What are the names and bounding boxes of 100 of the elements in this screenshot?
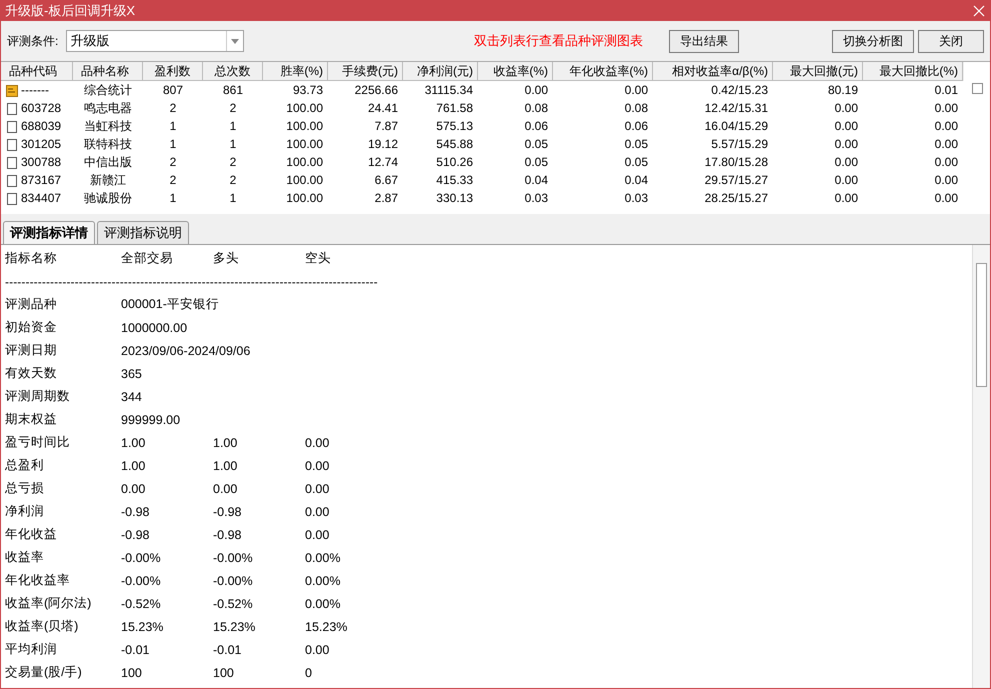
table-cell-text: 100.00 xyxy=(285,101,324,115)
table-cell: 834407 xyxy=(21,191,62,205)
detail-label: 总亏损 xyxy=(5,480,45,497)
column-header[interactable]: 收益率(%) xyxy=(478,62,553,81)
tab[interactable]: 评测指标详情 xyxy=(3,221,95,244)
column-header[interactable]: 胜率(%) xyxy=(263,62,328,81)
detail-value: -0.00% xyxy=(121,550,162,564)
table-cell-text: 1 xyxy=(168,191,178,205)
table-cell-text: 1 xyxy=(228,137,238,151)
detail-value: 0.00 xyxy=(213,482,238,496)
table-cell-text: 100.00 xyxy=(285,137,324,151)
column-header[interactable]: 盈利数 xyxy=(143,62,203,81)
column-header[interactable]: 品种名称 xyxy=(73,62,143,81)
table-cell-text: 综合统计 xyxy=(83,82,133,98)
detail-label: 收益率 xyxy=(5,549,45,566)
column-header[interactable]: 最大回撤(元) xyxy=(773,62,863,81)
export-button[interactable]: 导出结果 xyxy=(669,30,739,52)
column-header[interactable]: 净利润(元) xyxy=(403,62,478,81)
detail-value: 000001-平安银行 xyxy=(121,296,219,313)
tab[interactable]: 评测指标说明 xyxy=(97,221,189,244)
detail-label: 评测品种 xyxy=(5,296,58,313)
close-icon[interactable] xyxy=(972,4,986,18)
detail-value: 15.23% xyxy=(121,620,164,634)
detail-label: 期末权益 xyxy=(5,411,58,428)
window-title: 升级版-板后回调升级X xyxy=(5,2,135,20)
close-button[interactable]: 关闭 xyxy=(918,30,984,52)
detail-value: -0.98 xyxy=(213,528,242,542)
detail-label: 净利润 xyxy=(5,503,45,520)
table-cell-text: 0.05 xyxy=(624,137,649,151)
detail-value: 0 xyxy=(305,666,313,680)
detail-value: 15.23% xyxy=(305,620,348,634)
table-cell-text: 0.00 xyxy=(934,191,959,205)
table-cell-text: 0.00 xyxy=(834,101,859,115)
table-cell-text: 0.00 xyxy=(524,83,549,97)
table-cell-text: 2.87 xyxy=(374,191,399,205)
table-cell-text: 鸣志电器 xyxy=(83,100,133,116)
table-cell-text: 0.00 xyxy=(934,101,959,115)
detail-value: 2023/09/06-2024/09/06 xyxy=(121,344,250,358)
table-cell-text: 12.74 xyxy=(366,155,399,169)
table-cell-text: 0.04 xyxy=(524,173,549,187)
table-cell-text: 中信出版 xyxy=(83,154,133,170)
detail-label: 评测日期 xyxy=(5,342,58,359)
detail-value: 0.00% xyxy=(305,596,342,610)
table-cell-text: 0.05 xyxy=(524,155,549,169)
switch-chart-button[interactable]: 切换分析图 xyxy=(832,30,914,52)
table-cell-text: 1 xyxy=(168,137,178,151)
table-cell-text: 545.88 xyxy=(435,137,474,151)
detail-value: -0.52% xyxy=(213,596,254,610)
table-cell-text: 29.57/15.27 xyxy=(704,173,769,187)
table-cell: 301205 xyxy=(21,137,62,151)
column-header[interactable]: 手续费(元) xyxy=(328,62,403,81)
detail-label: 年化收益 xyxy=(5,526,58,543)
document-icon xyxy=(6,192,18,204)
detail-label: 有效天数 xyxy=(5,365,58,382)
table-cell-text: 100.00 xyxy=(285,119,324,133)
detail-value: -0.52% xyxy=(121,596,162,610)
table-cell-text: 19.12 xyxy=(366,137,399,151)
table-cell-text: 0.04 xyxy=(624,173,649,187)
column-header[interactable]: 相对收益率α/β(%) xyxy=(653,62,773,81)
detail-header: 多头 xyxy=(213,250,240,267)
column-header[interactable]: 总次数 xyxy=(203,62,263,81)
column-header[interactable]: 年化收益率(%) xyxy=(553,62,653,81)
table-cell-text: 510.26 xyxy=(435,155,474,169)
table-cell-text: 0.08 xyxy=(524,101,549,115)
detail-value: 0.00 xyxy=(121,482,146,496)
detail-header: 空头 xyxy=(305,250,332,267)
detail-value: 1.00 xyxy=(213,458,238,472)
detail-value: -0.00% xyxy=(213,550,254,564)
column-header[interactable]: 品种代码 xyxy=(1,62,73,81)
table-cell-text: 0.00 xyxy=(834,155,859,169)
column-header[interactable]: 最大回撤比(%) xyxy=(863,62,963,81)
detail-value: 999999.00 xyxy=(121,412,180,426)
table-cell: 300788 xyxy=(21,155,62,169)
table-cell-text: 0.03 xyxy=(624,191,649,205)
detail-value: -0.01 xyxy=(121,642,150,656)
detail-label: 评测周期数 xyxy=(5,388,71,405)
table-cell-text: 0.00 xyxy=(834,191,859,205)
detail-value: 1.00 xyxy=(121,458,146,472)
document-icon xyxy=(6,102,18,114)
table-cell-text: 330.13 xyxy=(435,191,474,205)
table-cell-text: 0.00 xyxy=(934,155,959,169)
square-icon xyxy=(972,83,982,94)
table-cell-text: 80.19 xyxy=(826,83,859,97)
table-cell-text: 新赣江 xyxy=(89,172,127,188)
table-cell-text: 2 xyxy=(168,173,178,187)
table-cell-text: 761.58 xyxy=(435,101,474,115)
table-cell-text: 16.04/15.29 xyxy=(704,119,769,133)
detail-value: 365 xyxy=(121,366,142,380)
detail-value: 0.00% xyxy=(305,550,342,564)
table-cell-text: 31115.34 xyxy=(424,83,474,97)
table-cell-text: 当虹科技 xyxy=(83,118,133,134)
hint-text: 双击列表行查看品种评测图表 xyxy=(474,32,643,50)
condition-dropdown[interactable]: 升级版 xyxy=(66,30,244,52)
detail-value: 0.00% xyxy=(305,574,342,588)
scrollbar-thumb[interactable] xyxy=(976,263,987,387)
dropdown-arrow-icon xyxy=(231,38,240,44)
table-cell-text: 17.80/15.28 xyxy=(704,155,769,169)
table-cell-text: 100.00 xyxy=(285,155,324,169)
condition-label: 评测条件: xyxy=(7,32,58,50)
detail-value: 0.00 xyxy=(305,642,330,656)
